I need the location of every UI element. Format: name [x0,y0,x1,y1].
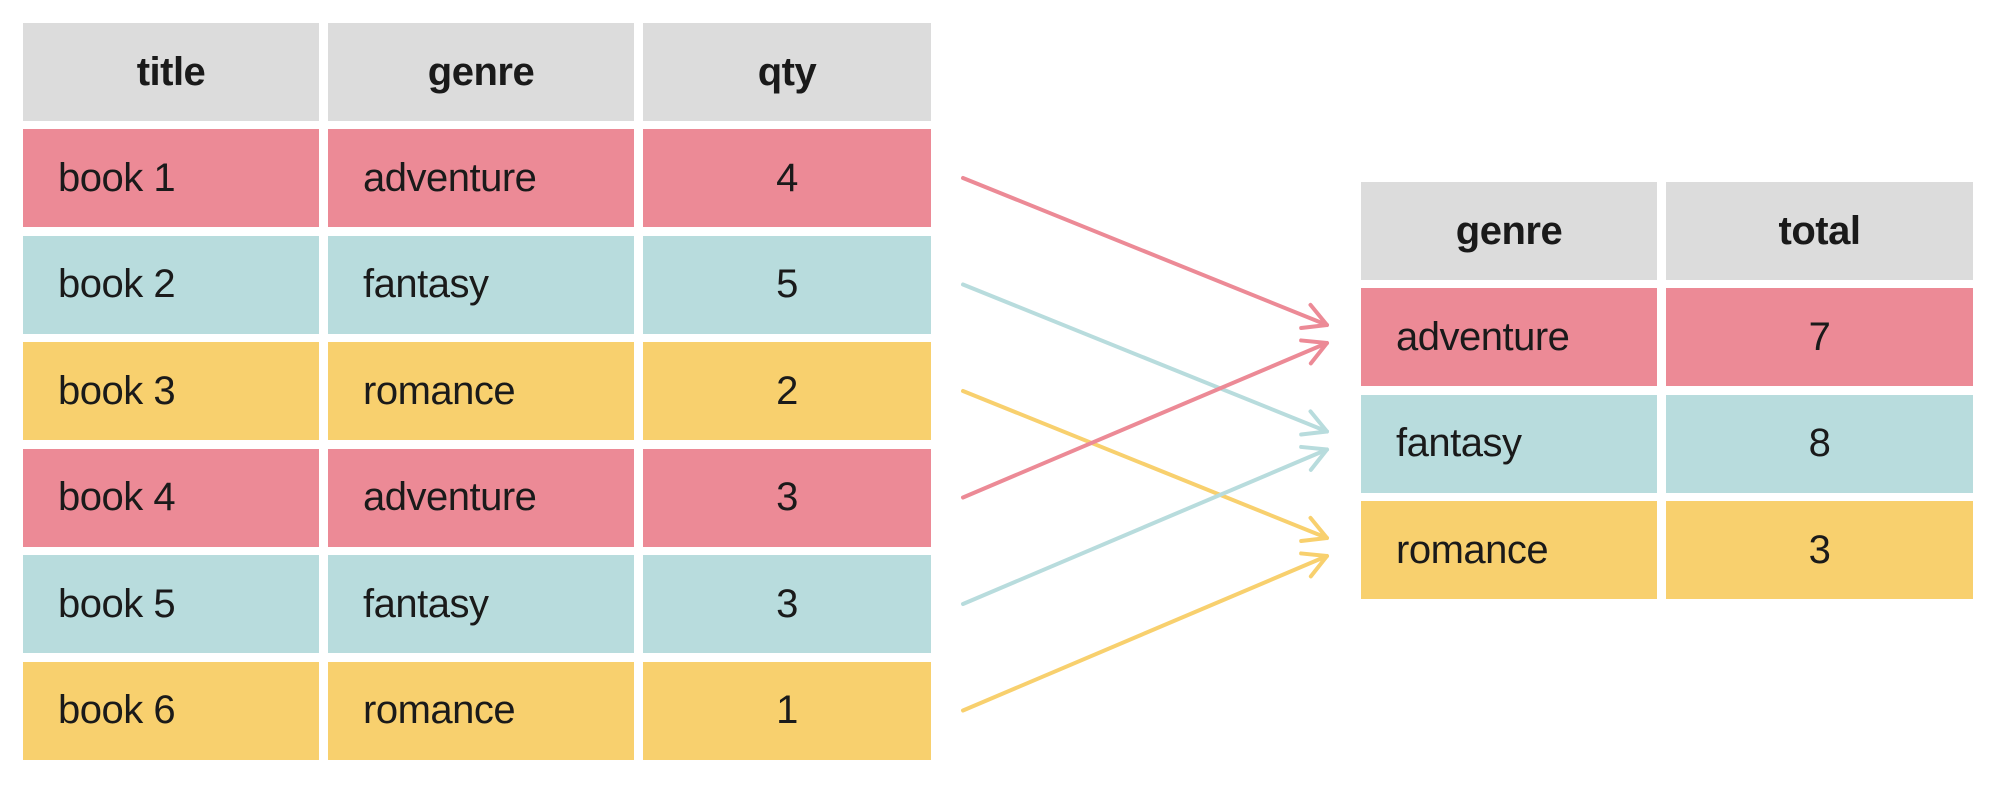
arrow-romance [961,551,1329,713]
arrow-romance [961,389,1329,544]
arrow-line [961,282,1329,434]
arrow-line [961,389,1329,540]
arrow-line [961,176,1329,327]
arrows-layer [961,176,1329,713]
